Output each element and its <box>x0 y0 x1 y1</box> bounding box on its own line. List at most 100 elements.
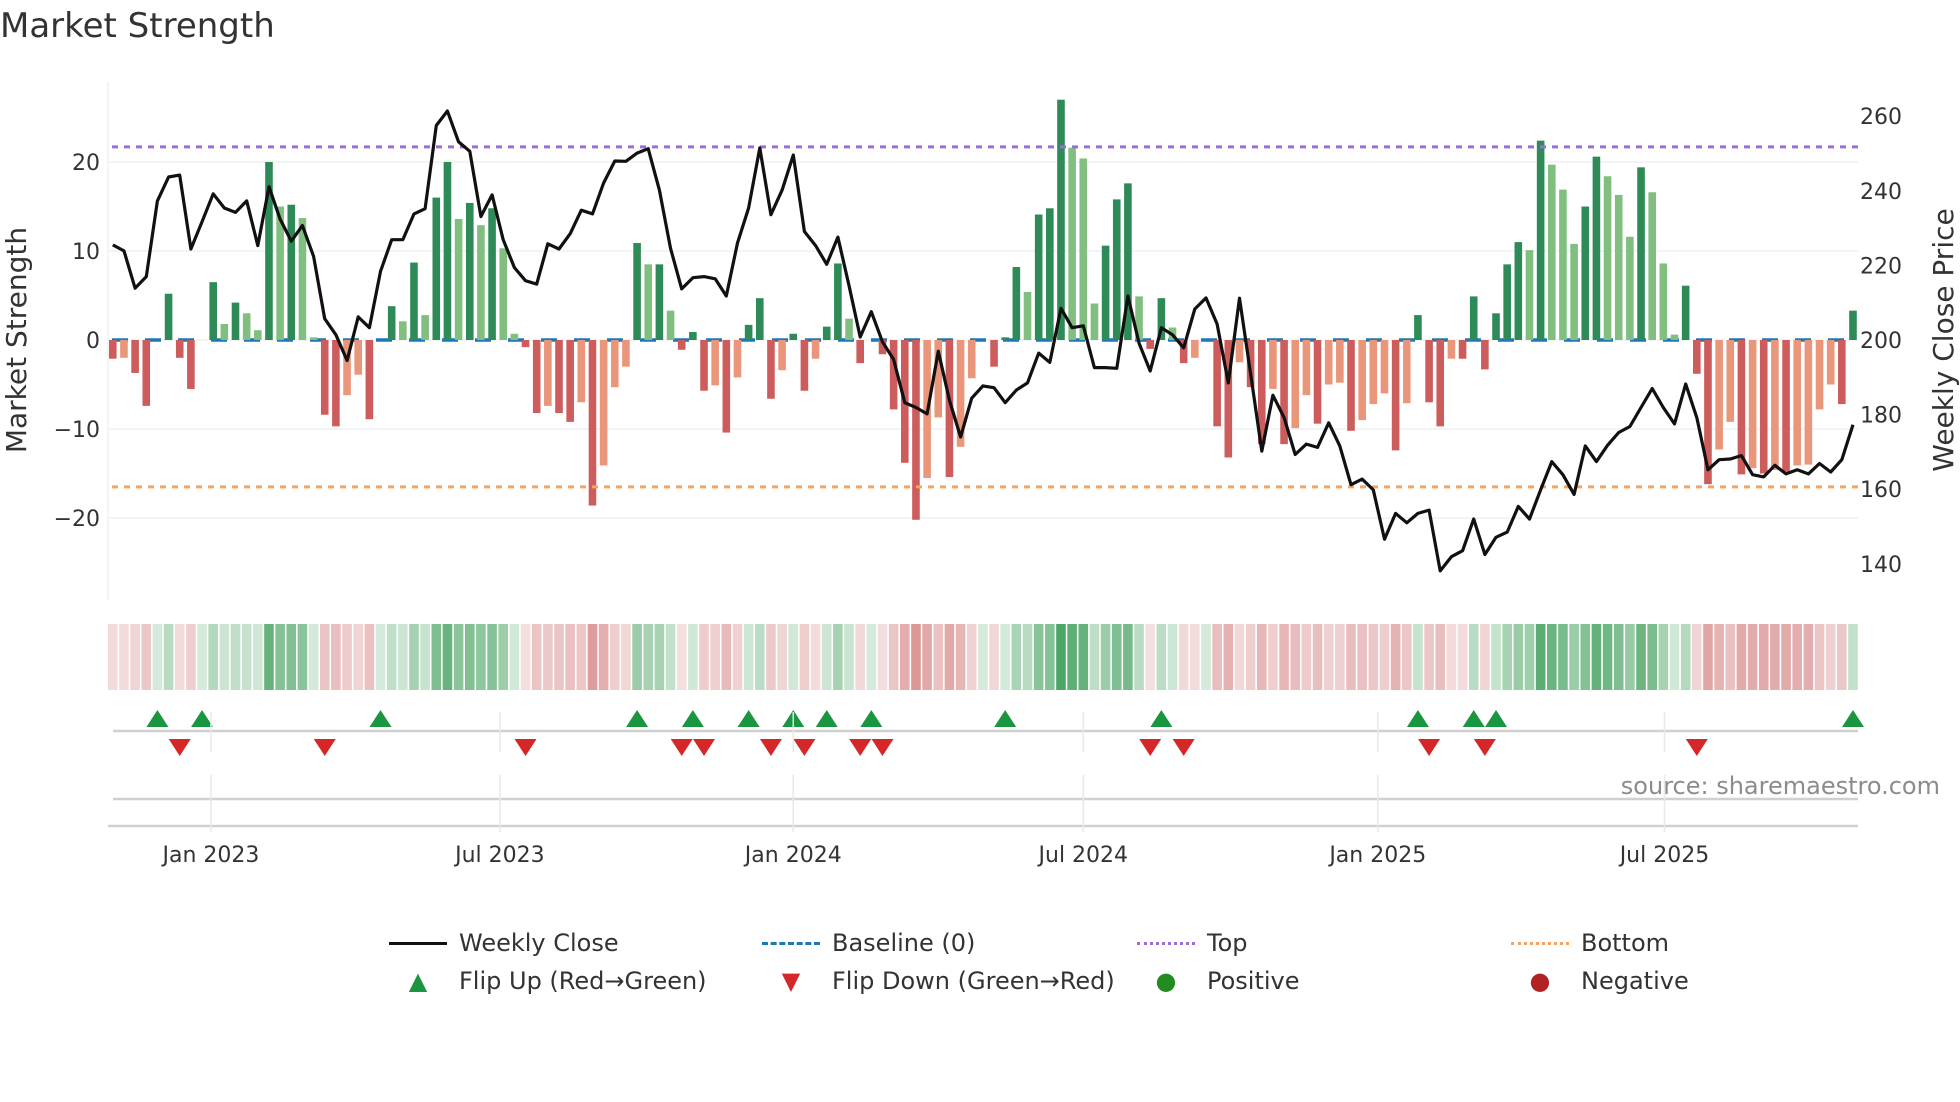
strength-bar <box>1782 340 1790 472</box>
strength-bar <box>622 340 630 367</box>
flip-down-marker <box>1172 739 1195 756</box>
strength-bar <box>1581 206 1590 340</box>
heat-cell <box>1613 624 1624 690</box>
strength-bar <box>1826 340 1835 385</box>
strength-bar <box>242 313 251 340</box>
heat-cell <box>1178 624 1189 690</box>
heat-cell <box>1167 624 1178 690</box>
heat-cell <box>1067 624 1077 690</box>
x-tick-label: Jul 2023 <box>453 843 545 868</box>
strength-bar <box>477 225 485 340</box>
strength-bar <box>1402 340 1411 404</box>
flip-down-marker <box>168 739 191 756</box>
legend-top[interactable]: Top <box>1137 929 1248 957</box>
heat-cell <box>1234 624 1245 690</box>
heat-cell <box>989 624 999 690</box>
heat-cell <box>1435 624 1446 690</box>
dotted-line-icon <box>1511 941 1569 945</box>
heat-cell <box>487 624 497 690</box>
legend-negative[interactable]: ● Negative <box>1511 967 1689 995</box>
heat-cell <box>565 624 575 690</box>
y-tick-label: 10 <box>72 240 100 265</box>
legend-flip-down[interactable]: ▼ Flip Down (Green→Red) <box>762 967 1115 995</box>
heat-cell <box>676 624 687 690</box>
heat-cell <box>1558 624 1568 690</box>
heat-cell <box>331 624 341 690</box>
triangle-down-icon: ▼ <box>781 967 801 995</box>
heat-cell <box>1123 624 1133 690</box>
heat-cell <box>587 624 598 690</box>
heat-cell <box>342 624 352 690</box>
strength-bar <box>510 333 519 340</box>
flip-down-marker <box>1685 739 1708 756</box>
legend-weekly-close[interactable]: Weekly Close <box>389 929 619 957</box>
heat-cell <box>1647 624 1657 690</box>
strength-heat-strip <box>108 624 1858 690</box>
strength-bar <box>532 340 541 413</box>
heat-cell <box>1033 624 1044 690</box>
heat-cell <box>933 624 944 690</box>
strength-bar <box>1213 340 1221 427</box>
heat-cell <box>1011 624 1022 690</box>
strength-bar <box>733 340 742 378</box>
flip-down-marker <box>1139 739 1162 756</box>
legend-positive[interactable]: ● Positive <box>1137 967 1300 995</box>
heat-cell <box>1089 624 1100 690</box>
heat-cell <box>1457 624 1468 690</box>
strength-bar <box>332 340 340 427</box>
heat-cell <box>308 624 319 690</box>
heat-cell <box>1770 624 1780 690</box>
strength-bar <box>1670 334 1679 340</box>
strength-bar <box>967 340 976 379</box>
strength-bar <box>354 340 363 375</box>
strength-bar <box>1458 340 1467 359</box>
heat-cell <box>1056 624 1066 690</box>
y-tick-label: 20 <box>72 151 100 176</box>
heat-cell <box>1245 624 1256 690</box>
heat-cell <box>1312 624 1323 690</box>
heat-cell <box>1803 624 1814 690</box>
y2-tick-label: 140 <box>1860 553 1902 578</box>
strength-bar <box>399 321 407 340</box>
y-tick-label: −10 <box>54 418 100 443</box>
heat-cell <box>152 624 163 690</box>
strength-bar <box>1324 340 1333 385</box>
heat-cell <box>1223 624 1234 690</box>
heat-cell <box>1290 624 1301 690</box>
legend-flip-up[interactable]: ▲ Flip Up (Red→Green) <box>389 967 707 995</box>
heat-cell <box>1591 624 1602 690</box>
heat-cell <box>509 624 520 690</box>
strength-bar <box>655 264 664 340</box>
heat-cell <box>766 624 776 690</box>
legend-baseline[interactable]: Baseline (0) <box>762 929 975 957</box>
strength-bar <box>689 331 697 340</box>
strength-bar <box>1626 236 1634 340</box>
strength-bar <box>220 323 229 340</box>
heat-cell <box>1401 624 1412 690</box>
heat-cell <box>1190 624 1200 690</box>
strength-bar <box>109 340 117 359</box>
y2-tick-label: 240 <box>1860 180 1902 205</box>
heat-cell <box>286 624 297 690</box>
flip-down-marker <box>313 739 336 756</box>
strength-bar <box>1603 176 1612 340</box>
strength-bar <box>1090 303 1099 340</box>
strength-bar <box>1503 264 1511 340</box>
strength-bar <box>1079 158 1088 340</box>
heat-cell <box>108 624 118 690</box>
strength-bar <box>1425 340 1433 403</box>
heat-cell <box>788 624 799 690</box>
heat-cell <box>319 624 330 690</box>
heat-cell <box>1100 624 1111 690</box>
heat-cell <box>1022 624 1033 690</box>
heat-cell <box>208 624 218 690</box>
strength-bar <box>599 340 608 466</box>
strength-bar <box>164 293 173 340</box>
heat-cell <box>855 624 865 690</box>
heat-cell <box>241 624 252 690</box>
heat-cell <box>453 624 464 690</box>
strength-bar <box>1191 340 1199 358</box>
strength-bar <box>1436 340 1445 427</box>
flip-down-marker <box>849 739 872 756</box>
legend-bottom[interactable]: Bottom <box>1511 929 1669 957</box>
